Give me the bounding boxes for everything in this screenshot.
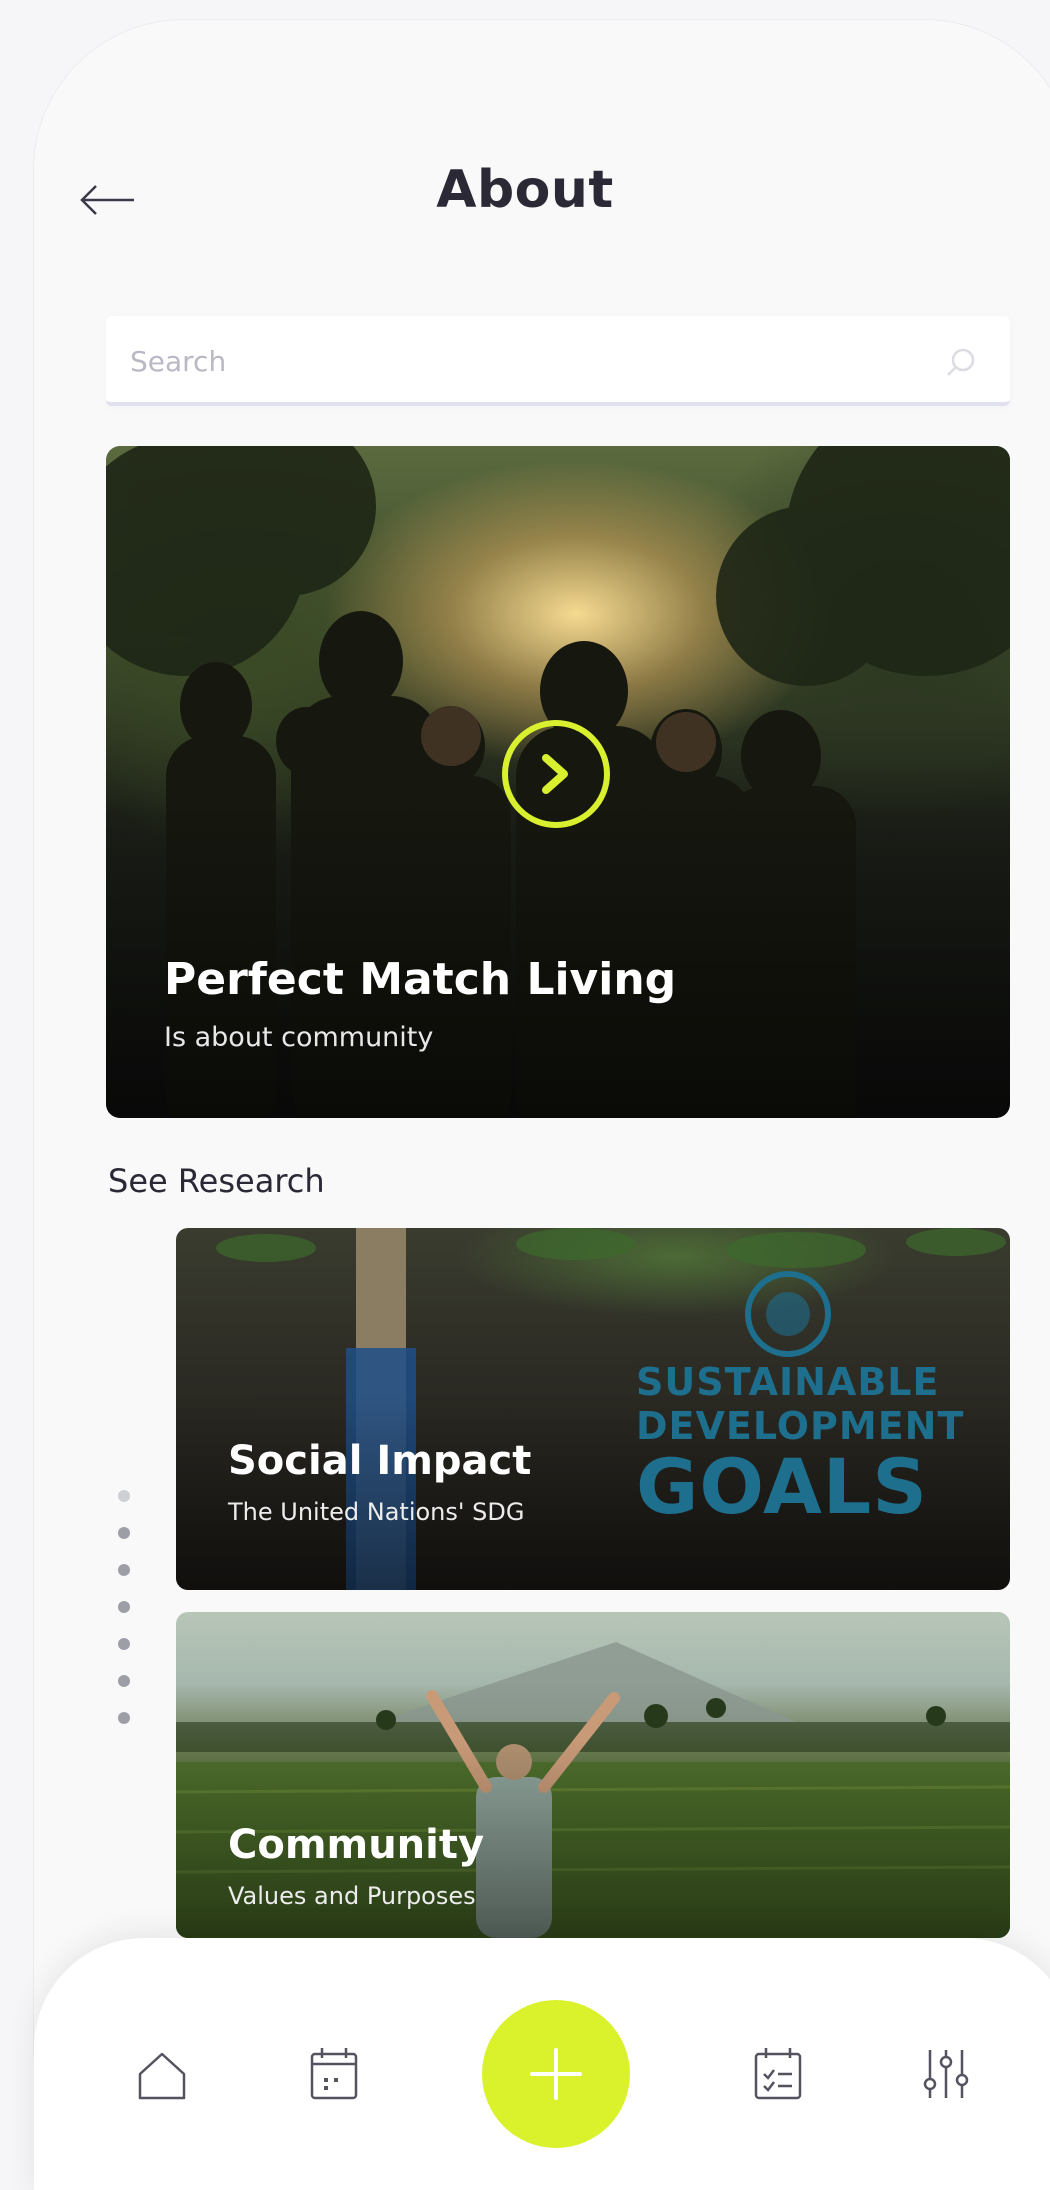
home-icon <box>138 2052 186 2100</box>
section-label: See Research <box>108 1162 325 1200</box>
pagination-dot[interactable] <box>118 1712 130 1724</box>
nav-filter[interactable] <box>916 2044 976 2104</box>
pagination-dot[interactable] <box>118 1638 130 1650</box>
hero-subtitle: Is about community <box>164 1022 434 1053</box>
play-button[interactable] <box>502 720 610 828</box>
bottom-nav <box>34 1938 1050 2190</box>
card-title: Community <box>228 1822 485 1868</box>
add-icon <box>530 2048 582 2100</box>
calendar-icon <box>310 2048 358 2100</box>
research-card-social-impact[interactable]: SUSTAINABLE DEVELOPMENT GOALS Social Imp… <box>176 1228 1010 1590</box>
pagination-dot[interactable] <box>118 1601 130 1613</box>
sdg-logo-line: SUSTAINABLE <box>636 1360 940 1404</box>
filter-icon <box>923 2050 969 2098</box>
pagination-dots <box>118 1490 134 1749</box>
search-bar[interactable] <box>106 316 1010 406</box>
add-button[interactable] <box>482 2000 630 2148</box>
pagination-dot[interactable] <box>118 1490 130 1502</box>
chevron-right-icon <box>542 754 568 794</box>
pagination-dot[interactable] <box>118 1675 130 1687</box>
page-title: About <box>436 160 614 220</box>
sdg-logo: SUSTAINABLE DEVELOPMENT GOALS <box>636 1276 996 1536</box>
hero-card[interactable]: Perfect Match Living Is about community <box>106 446 1010 1118</box>
search-input[interactable] <box>130 336 930 386</box>
card-title: Social Impact <box>228 1438 532 1484</box>
nav-home[interactable] <box>132 2044 192 2104</box>
search-icon[interactable] <box>944 346 978 380</box>
pagination-dot[interactable] <box>118 1527 130 1539</box>
sdg-logo-line: GOALS <box>636 1442 928 1531</box>
research-card-community[interactable]: Community Values and Purposes <box>176 1612 1010 1938</box>
card-subtitle: The United Nations' SDG <box>228 1498 525 1526</box>
nav-calendar[interactable] <box>304 2044 364 2104</box>
pagination-dot[interactable] <box>118 1564 130 1576</box>
checklist-icon <box>754 2048 802 2100</box>
card-subtitle: Values and Purposes <box>228 1882 476 1910</box>
nav-checklist[interactable] <box>748 2044 808 2104</box>
hero-title: Perfect Match Living <box>164 954 677 1005</box>
